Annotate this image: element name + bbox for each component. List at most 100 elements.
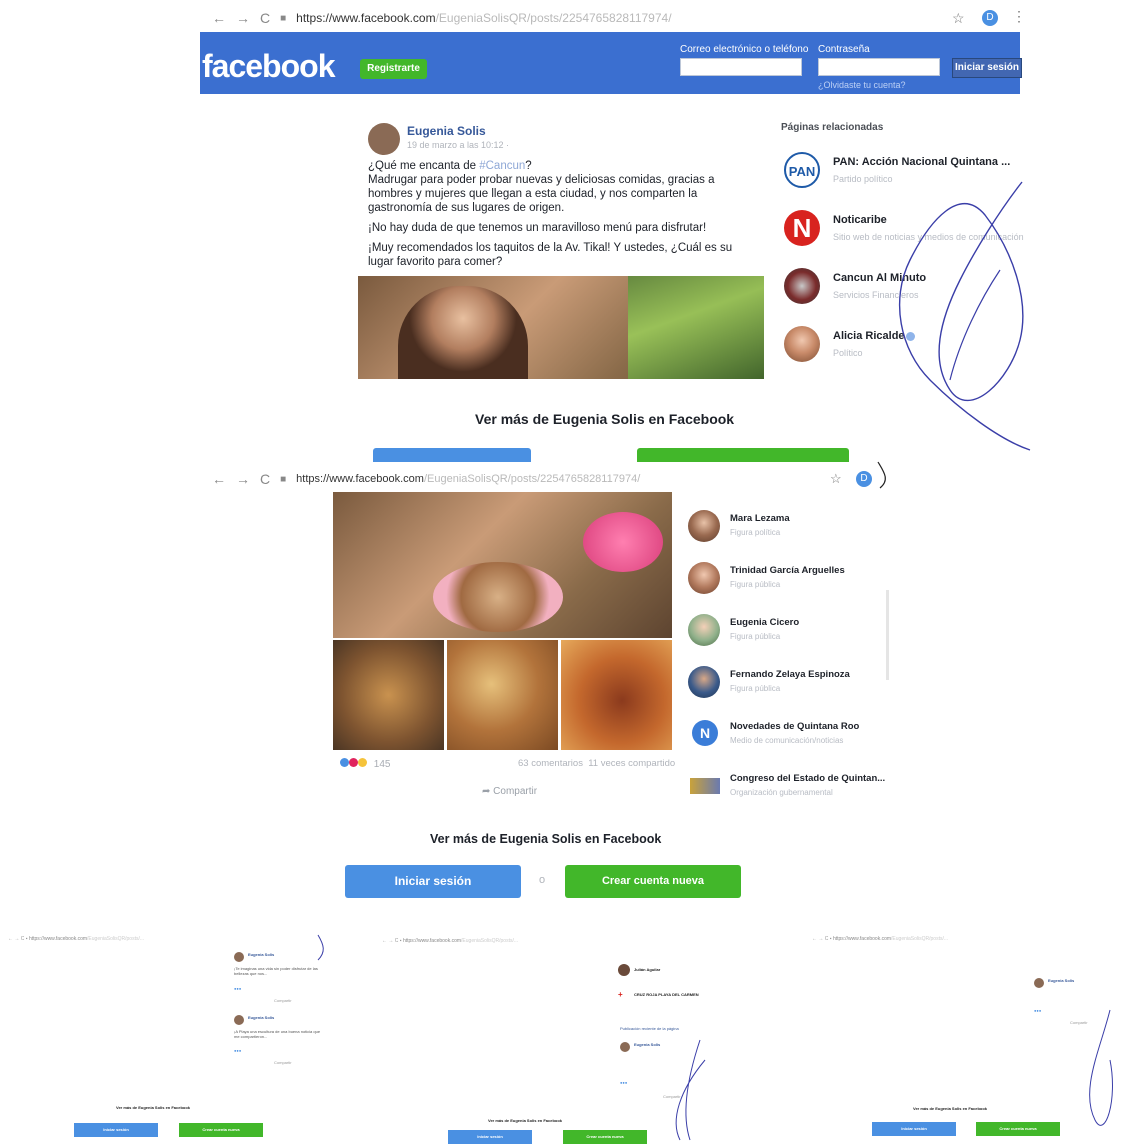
mini-avatar bbox=[234, 952, 244, 962]
person-name: Trinidad García Arguelles bbox=[730, 565, 845, 576]
person-category: Medio de comunicación/noticias bbox=[730, 736, 844, 745]
author-name[interactable]: Eugenia Solis bbox=[407, 124, 486, 138]
mini-login-button[interactable]: Iniciar sesión bbox=[872, 1122, 956, 1136]
browser-toolbar-1: ← → C ■ https://www.facebook.com/Eugenia… bbox=[200, 4, 1030, 32]
facebook-logo[interactable]: facebook bbox=[202, 48, 335, 85]
password-label: Contraseña bbox=[818, 44, 870, 55]
see-more-heading-2: Ver más de Eugenia Solis en Facebook bbox=[430, 832, 662, 846]
reload-icon[interactable]: C bbox=[260, 10, 270, 26]
mini-login-button[interactable]: Iniciar sesión bbox=[74, 1123, 158, 1137]
share-label: Compartir bbox=[493, 786, 538, 797]
person-mara-lezama[interactable]: Mara Lezama Figura política bbox=[686, 506, 886, 546]
mini-screenshot-3: ← → C ▪ https://www.facebook.com/Eugenia… bbox=[808, 930, 1124, 1140]
lock-icon: ■ bbox=[280, 12, 287, 24]
person-novedades-qroo[interactable]: N Novedades de Quintana Roo Medio de com… bbox=[686, 714, 886, 754]
mini-reactions: ●●● bbox=[234, 1048, 242, 1053]
mini-share[interactable]: Compartir bbox=[274, 998, 292, 1003]
post-line-1: ¿Qué me encanta de #Cancun? bbox=[368, 160, 532, 172]
related-page-category: Partido político bbox=[833, 174, 893, 184]
love-reaction-icon bbox=[349, 758, 358, 767]
login-button[interactable]: Iniciar sesión bbox=[345, 865, 521, 898]
see-more-heading: Ver más de Eugenia Solis en Facebook bbox=[475, 411, 735, 427]
novedades-logo-icon: N bbox=[692, 720, 718, 746]
post-stats[interactable]: 63 comentarios 11 veces compartido bbox=[518, 758, 675, 769]
mini-screenshot-2: ← → C ▪ https://www.facebook.com/Eugenia… bbox=[378, 930, 723, 1144]
forgot-account-link[interactable]: ¿Olvidaste tu cuenta? bbox=[818, 80, 906, 90]
share-icon: ➦ bbox=[482, 786, 491, 797]
mini-share[interactable]: Compartir bbox=[1070, 1020, 1088, 1025]
mini-create-button[interactable]: Crear cuenta nueva bbox=[563, 1130, 647, 1144]
mini-see-more: Ver más de Eugenia Solis en Facebook bbox=[488, 1118, 563, 1123]
hashtag-cancun[interactable]: #Cancun bbox=[479, 160, 525, 172]
or-separator: o bbox=[539, 874, 546, 886]
photo-hand-taco bbox=[433, 562, 563, 632]
related-page-name: Cancun Al Minuto bbox=[833, 272, 927, 284]
mini-create-button[interactable]: Crear cuenta nueva bbox=[976, 1122, 1060, 1136]
person-name: Novedades de Quintana Roo bbox=[730, 721, 860, 732]
mini-avatar bbox=[234, 1015, 244, 1025]
post-photo-thumb-3[interactable] bbox=[561, 640, 672, 750]
post-photo-main[interactable] bbox=[333, 492, 672, 638]
post-photo-thumb-2[interactable] bbox=[447, 640, 558, 750]
create-account-button-partial[interactable] bbox=[637, 448, 849, 462]
menu-dots-icon[interactable]: ⋮ bbox=[1012, 8, 1026, 25]
login-button-partial[interactable] bbox=[373, 448, 531, 462]
person-category: Figura pública bbox=[730, 684, 781, 693]
post-photo-thumb-1[interactable] bbox=[333, 640, 444, 750]
mini-share[interactable]: Compartir bbox=[663, 1094, 681, 1099]
mini-login-button[interactable]: Iniciar sesión bbox=[448, 1130, 532, 1144]
post-paragraph-4: ¡Muy recomendados los taquitos de la Av.… bbox=[368, 242, 733, 268]
reload-icon[interactable]: C bbox=[260, 471, 270, 487]
related-page-pan[interactable]: PAN PAN: Acción Nacional Quintana ... Pa… bbox=[781, 148, 1021, 192]
mini-avatar bbox=[1034, 978, 1044, 988]
author-avatar[interactable] bbox=[368, 123, 400, 155]
profile-avatar-icon[interactable]: D bbox=[856, 471, 872, 487]
person-fernando-zelaya[interactable]: Fernando Zelaya Espinoza Figura pública bbox=[686, 662, 886, 702]
post-photo[interactable] bbox=[358, 276, 764, 379]
mini-share[interactable]: Compartir bbox=[274, 1060, 292, 1065]
bookmark-star-icon[interactable]: ☆ bbox=[952, 10, 965, 27]
related-page-name: Noticaribe bbox=[833, 214, 887, 226]
wow-reaction-icon bbox=[358, 758, 367, 767]
address-bar[interactable]: https://www.facebook.com/EugeniaSolisQR/… bbox=[296, 473, 640, 485]
url-path: /EugeniaSolisQR/posts/2254765828117974/ bbox=[423, 473, 641, 485]
forward-icon[interactable]: → bbox=[236, 471, 250, 487]
cross-icon: + bbox=[618, 990, 623, 999]
related-pages-title: Páginas relacionadas bbox=[781, 122, 884, 133]
bookmark-star-icon[interactable]: ☆ bbox=[830, 471, 842, 487]
profile-avatar-icon[interactable]: D bbox=[982, 10, 998, 26]
person-eugenia-cicero[interactable]: Eugenia Cicero Figura pública bbox=[686, 610, 886, 650]
related-page-category: Sitio web de noticias y medios de comuni… bbox=[833, 232, 1024, 242]
mini-see-more: Ver más de Eugenia Solis en Facebook bbox=[913, 1106, 988, 1111]
back-icon[interactable]: ← bbox=[212, 10, 226, 26]
password-field[interactable] bbox=[818, 58, 940, 76]
create-account-button[interactable]: Crear cuenta nueva bbox=[565, 865, 741, 898]
person-category: Figura política bbox=[730, 528, 781, 537]
related-page-cancun-al-minuto[interactable]: Cancun Al Minuto Servicios Financieros bbox=[781, 264, 1021, 308]
person-congreso-qroo[interactable]: Congreso del Estado de Quintan... Organi… bbox=[686, 766, 886, 806]
related-page-alicia-ricalde[interactable]: Alicia Ricalde Político bbox=[781, 322, 1021, 366]
mini-avatar bbox=[618, 964, 630, 976]
email-field[interactable] bbox=[680, 58, 802, 76]
alicia-ricalde-avatar bbox=[784, 326, 820, 362]
congreso-logo-icon bbox=[690, 778, 720, 794]
address-bar[interactable]: https://www.facebook.com/EugeniaSolisQR/… bbox=[296, 11, 671, 25]
share-button[interactable]: ➦ Compartir bbox=[482, 786, 537, 797]
register-button[interactable]: Registrarte bbox=[360, 59, 427, 79]
mini-author: Eugenia Solis bbox=[248, 1015, 275, 1020]
mini-create-button[interactable]: Crear cuenta nueva bbox=[179, 1123, 263, 1137]
post-time[interactable]: 19 de marzo a las 10:12 · bbox=[407, 140, 509, 150]
reactions-bar[interactable]: 145 bbox=[340, 758, 390, 770]
person-category: Figura pública bbox=[730, 580, 781, 589]
login-button[interactable]: Iniciar sesión bbox=[952, 58, 1022, 78]
mini-author-2: CRUZ ROJA PLAYA DEL CARMEN bbox=[634, 992, 699, 997]
mini-author: Eugenia Solis bbox=[248, 952, 275, 957]
person-trinidad-garcia[interactable]: Trinidad García Arguelles Figura pública bbox=[686, 558, 886, 598]
sidebar-scrollbar[interactable] bbox=[886, 590, 889, 680]
related-page-noticaribe[interactable]: N Noticaribe Sitio web de noticias y med… bbox=[781, 206, 1024, 250]
person-name: Fernando Zelaya Espinoza bbox=[730, 669, 850, 680]
forward-icon[interactable]: → bbox=[236, 10, 250, 26]
noticaribe-logo-icon: N bbox=[784, 210, 820, 246]
back-icon[interactable]: ← bbox=[212, 471, 226, 487]
person-name: Mara Lezama bbox=[730, 513, 790, 524]
